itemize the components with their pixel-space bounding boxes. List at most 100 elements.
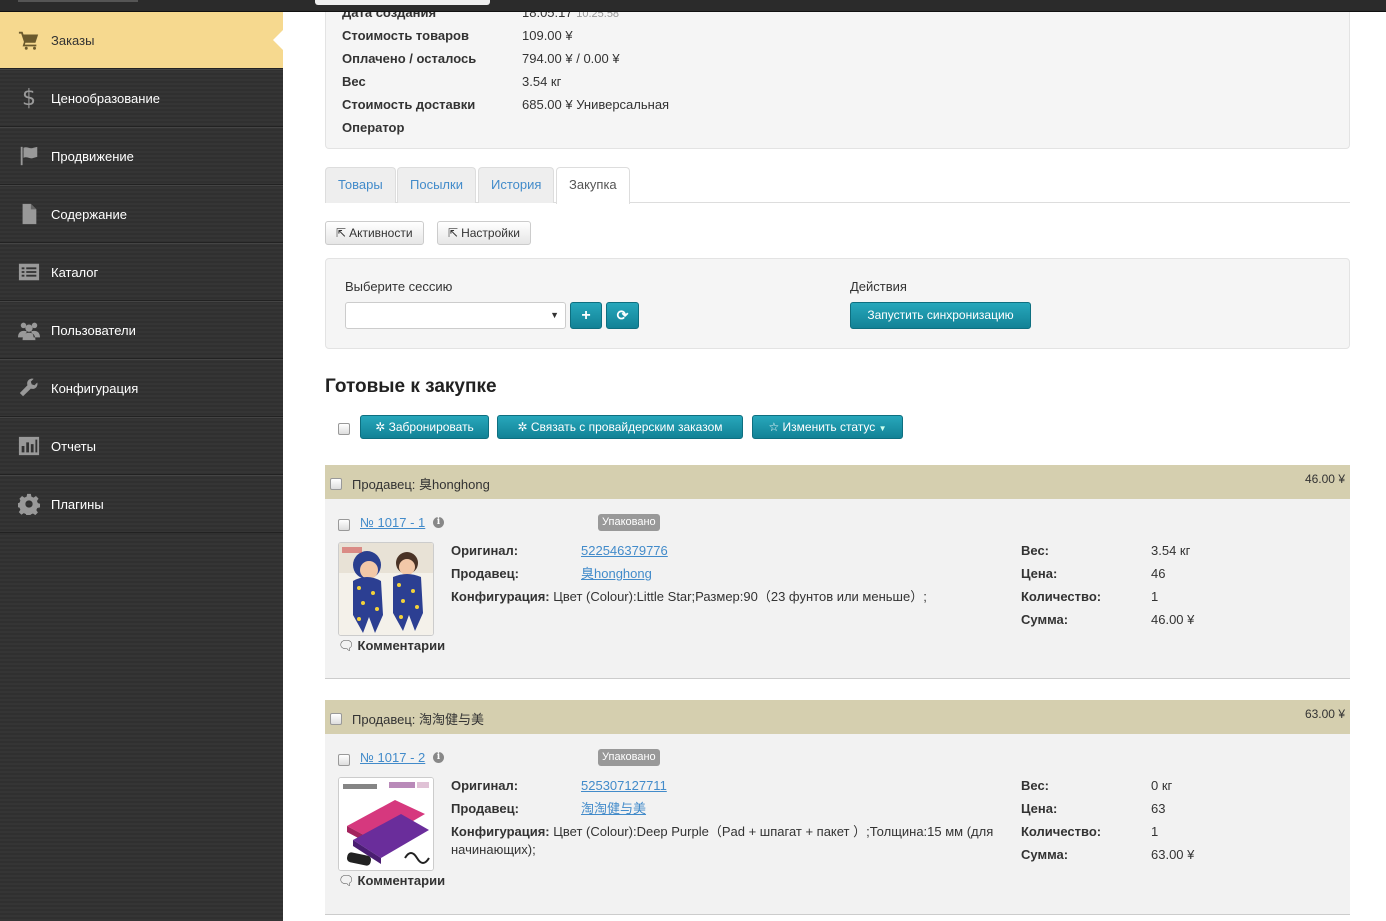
sidebar-item-pricing[interactable]: $ Ценообразование: [0, 69, 283, 127]
sidebar-item-label: Содержание: [51, 206, 127, 222]
sidebar-item-content[interactable]: Содержание: [0, 185, 283, 243]
sum-label: Сумма:: [1021, 612, 1069, 627]
logo[interactable]: [18, 0, 138, 2]
add-session-button[interactable]: +: [570, 302, 602, 329]
change-status-dropdown[interactable]: ☆ Изменить статус ▼: [752, 415, 903, 439]
product-photo-child-swimsuit: [339, 543, 433, 635]
seller-group-header: Продавец: 臭honghong 46.00 ¥: [325, 465, 1350, 499]
sidebar-item-users[interactable]: Пользователи: [0, 301, 283, 359]
gear-icon: [16, 493, 42, 515]
product-image[interactable]: [338, 777, 434, 871]
original-link[interactable]: 525307127711: [581, 777, 667, 795]
start-sync-button[interactable]: Запустить синхронизацию: [850, 302, 1031, 329]
order-tabs: Товары Посылки История Закупка: [325, 167, 1350, 204]
config-value: Цвет (Colour):Little Star;Размер:90（23 ф…: [553, 589, 927, 604]
product-image[interactable]: [338, 542, 434, 636]
actions-label: Действия: [850, 279, 907, 294]
original-label: Оригинал:: [451, 778, 519, 793]
order-item: № 1017 - 1 i Упаковано 🗨 Комментарии Ори…: [325, 499, 1350, 679]
external-link-icon: ⇱: [448, 226, 459, 240]
bar-chart-icon: [16, 435, 42, 457]
order-info-panel: Дата создания 18:05:17 10.25.58 Стоимост…: [325, 0, 1350, 149]
caret-down-icon: ▼: [550, 310, 559, 320]
seller-group-header: Продавец: 淘淘健与美 63.00 ¥: [325, 700, 1350, 734]
item-number-link[interactable]: № 1017 - 1: [360, 515, 425, 530]
comments-link[interactable]: 🗨 Комментарии: [338, 638, 445, 654]
order-item: № 1017 - 2 i Упаковано 🗨 Комментарии Ориг…: [325, 734, 1350, 915]
refresh-session-button[interactable]: ⟳: [606, 302, 639, 329]
star-icon: ☆: [768, 420, 780, 434]
select-all-checkbox[interactable]: [338, 423, 350, 435]
refresh-icon: ⟳: [616, 307, 629, 323]
weight-label: Вес: [342, 74, 366, 89]
top-navbar: [0, 0, 1386, 12]
sidebar-item-label: Каталог: [51, 264, 99, 280]
sidebar-item-label: Пользователи: [51, 322, 136, 338]
status-badge: Упаковано: [598, 514, 660, 531]
seller-name: 淘淘健与美: [419, 712, 485, 727]
info-icon[interactable]: i: [433, 517, 444, 528]
seller-name: 臭honghong: [419, 477, 490, 492]
item-checkbox[interactable]: [338, 754, 350, 766]
caret-down-icon: ▼: [878, 424, 887, 433]
item-seller-link[interactable]: 臭honghong: [581, 565, 652, 583]
comment-icon: 🗨: [338, 638, 355, 653]
tab-goods[interactable]: Товары: [325, 167, 396, 203]
comments-link[interactable]: 🗨 Комментарии: [338, 873, 445, 889]
config-label: Конфигурация:: [451, 589, 550, 604]
sidebar-item-promotion[interactable]: Продвижение: [0, 127, 283, 185]
settings-button[interactable]: ⇱ Настройки: [437, 221, 531, 245]
activities-button[interactable]: ⇱ Активности: [325, 221, 424, 245]
quantity-label: Количество:: [1021, 824, 1102, 839]
product-photo-yoga-mat: [339, 778, 433, 870]
sidebar-item-plugins[interactable]: Плагины: [0, 475, 283, 533]
item-seller-label: Продавец:: [451, 566, 519, 581]
sidebar-item-reports[interactable]: Отчеты: [0, 417, 283, 475]
sidebar-item-label: Отчеты: [51, 438, 96, 454]
session-select-label: Выберите сессию: [345, 279, 453, 294]
goods-cost-label: Стоимость товаров: [342, 28, 469, 43]
quantity-value: 1: [1151, 824, 1159, 839]
weight-value: 3.54 кг: [522, 74, 562, 89]
config-row: Конфигурация: Цвет (Colour):Deep Purple（…: [451, 823, 1011, 859]
operator-label: Оператор: [342, 120, 405, 135]
item-seller-link[interactable]: 淘淘健与美: [581, 800, 646, 818]
info-icon[interactable]: i: [433, 752, 444, 763]
tab-purchase[interactable]: Закупка: [556, 167, 630, 204]
cart-icon: [16, 29, 42, 51]
item-number-link[interactable]: № 1017 - 2: [360, 750, 425, 765]
seller-group-checkbox[interactable]: [330, 478, 342, 490]
original-link[interactable]: 522546379776: [581, 542, 668, 560]
item-seller-label: Продавец:: [451, 801, 519, 816]
link-provider-order-button[interactable]: ✲ Связать с провайдерским заказом: [497, 415, 743, 439]
external-link-icon: ⇱: [336, 226, 347, 240]
file-icon: [16, 203, 42, 225]
comment-icon: 🗨: [338, 873, 355, 888]
wrench-icon: [16, 377, 42, 399]
session-select[interactable]: ▼: [345, 302, 566, 329]
seller-group-checkbox[interactable]: [330, 713, 342, 725]
search-input[interactable]: [315, 0, 490, 5]
sum-value: 63.00 ¥: [1151, 847, 1195, 862]
sum-label: Сумма:: [1021, 847, 1069, 862]
original-label: Оригинал:: [451, 543, 519, 558]
ready-heading: Готовые к закупке: [325, 376, 497, 397]
reserve-button[interactable]: ✲ Забронировать: [360, 415, 489, 439]
weight-value: 3.54 кг: [1151, 543, 1191, 558]
sidebar-item-label: Ценообразование: [51, 90, 160, 106]
tab-parcels[interactable]: Посылки: [397, 167, 476, 203]
status-badge: Упаковано: [598, 749, 660, 766]
sidebar-item-configuration[interactable]: Конфигурация: [0, 359, 283, 417]
sidebar-item-catalog[interactable]: Каталог: [0, 243, 283, 301]
sidebar-item-label: Конфигурация: [51, 380, 139, 396]
price-label: Цена:: [1021, 801, 1058, 816]
paid-label: Оплачено / осталось: [342, 51, 477, 66]
users-icon: [16, 319, 42, 341]
sidebar-item-label: Продвижение: [51, 148, 134, 164]
item-checkbox[interactable]: [338, 519, 350, 531]
gear-icon: ✲: [375, 420, 386, 434]
config-row: Конфигурация: Цвет (Colour):Little Star;…: [451, 588, 1011, 606]
sidebar-item-orders[interactable]: Заказы: [0, 12, 283, 69]
tab-history[interactable]: История: [478, 167, 555, 203]
seller-group-total: 63.00 ¥: [1304, 707, 1345, 721]
